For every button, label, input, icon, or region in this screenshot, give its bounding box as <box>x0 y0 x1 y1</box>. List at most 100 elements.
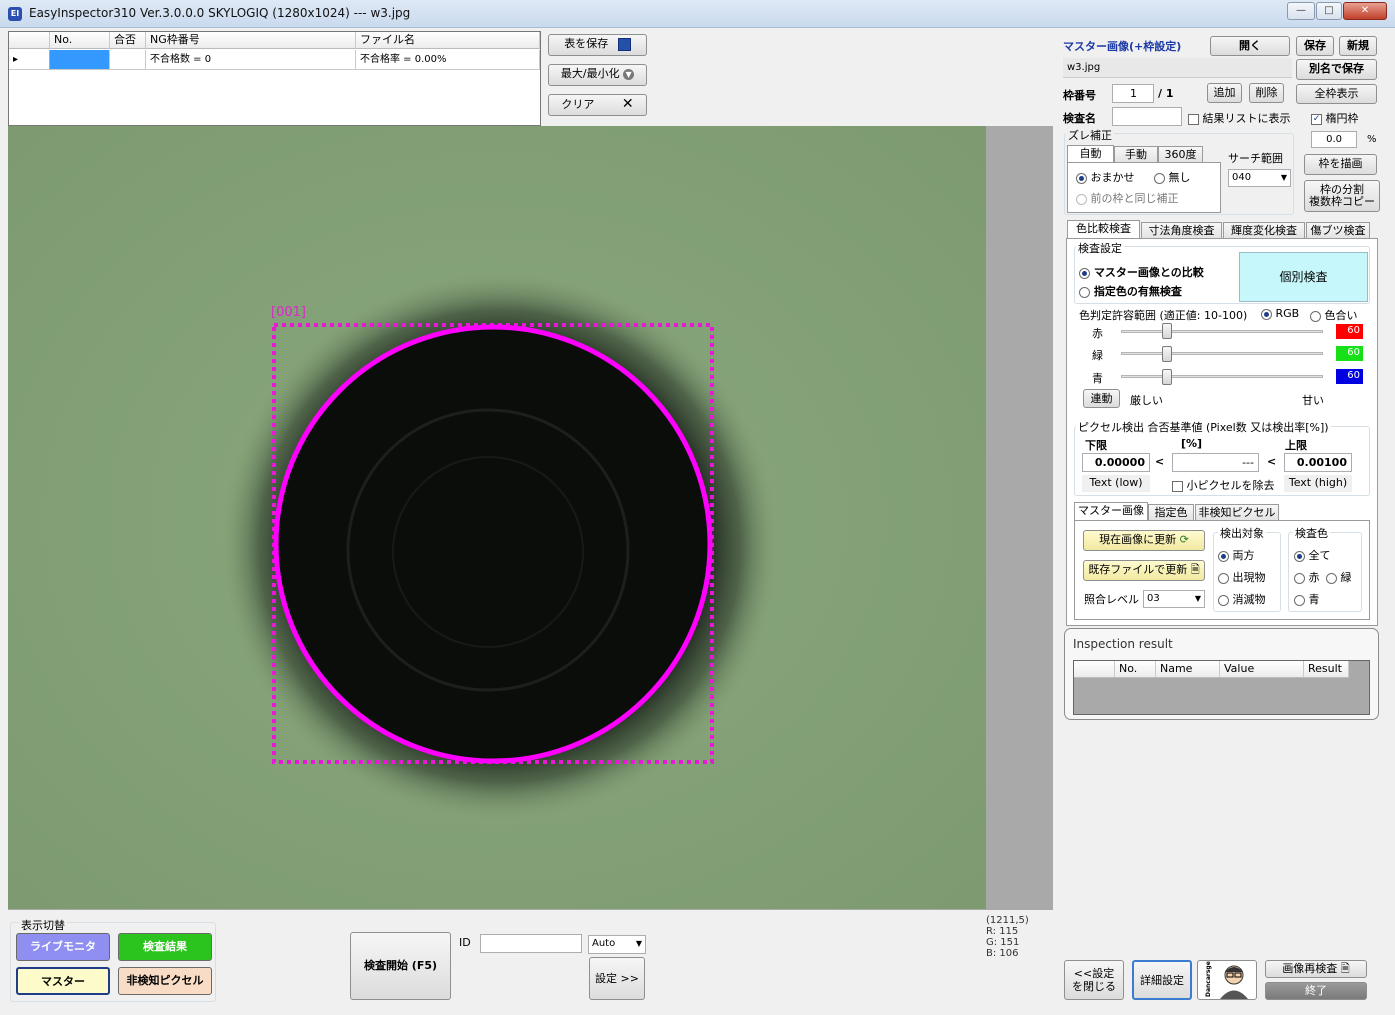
close-button[interactable]: ✕ <box>1343 2 1387 20</box>
hue-radio[interactable]: 色合い <box>1310 307 1358 323</box>
tab-shift-auto[interactable]: 自動 <box>1067 145 1114 163</box>
blue-slider-track[interactable] <box>1121 375 1323 378</box>
clear-button[interactable]: クリア ✕ <box>548 94 647 116</box>
grid-header-pass[interactable]: 合否 <box>110 32 146 49</box>
blue-slider-thumb[interactable] <box>1162 369 1173 385</box>
image-viewport[interactable]: [001] <box>8 126 1053 910</box>
pixel-title: ピクセル検出 合否基準値 (Pixel数 又は検出率[%]) <box>1076 419 1331 435</box>
appear-radio[interactable]: 出現物 <box>1218 569 1266 585</box>
master-compare-radio[interactable]: マスター画像との比較 <box>1079 264 1204 280</box>
settings-button[interactable]: 設定 >> <box>589 957 645 1000</box>
both-label: 両方 <box>1232 549 1255 562</box>
tab-dimension[interactable]: 寸法角度検査 <box>1141 222 1222 238</box>
save-as-button[interactable]: 別名で保存 <box>1296 59 1377 80</box>
cell-pass[interactable] <box>110 50 146 70</box>
add-frame-button[interactable]: 追加 <box>1207 83 1242 103</box>
helper-avatar-button[interactable]: Dancarsge <box>1197 960 1257 1000</box>
tab-scratch[interactable]: 傷ブツ検査 <box>1306 222 1370 238</box>
save-button[interactable]: 保存 <box>1296 36 1334 56</box>
tab-color-compare[interactable]: 色比較検査 <box>1067 220 1140 240</box>
rgb-radio[interactable]: RGB <box>1261 307 1299 320</box>
live-monitor-button[interactable]: ライブモニタ <box>16 933 110 961</box>
link-button[interactable]: 連動 <box>1083 389 1120 408</box>
color-green-radio[interactable]: 緑 <box>1326 569 1352 585</box>
grid-header-ng[interactable]: NG枠番号 <box>146 32 356 49</box>
result-button[interactable]: 検査結果 <box>118 933 212 961</box>
rgb-label: RGB <box>1275 307 1300 320</box>
both-radio[interactable]: 両方 <box>1218 547 1255 563</box>
red-value: 60 <box>1336 324 1363 339</box>
radio-icon <box>1310 310 1321 322</box>
color-presence-radio[interactable]: 指定色の有無検査 <box>1079 283 1182 299</box>
update-file-button[interactable]: 既存ファイルで更新 🗎 <box>1083 560 1205 581</box>
red-slider-thumb[interactable] <box>1162 323 1173 339</box>
small-pixel-checkbox[interactable]: 小ピクセルを除去 <box>1172 477 1275 493</box>
shift-auto-radio[interactable]: おまかせ <box>1076 169 1135 185</box>
shift-none-radio[interactable]: 無し <box>1154 169 1191 185</box>
tab-nondetect-pixel[interactable]: 非検知ピクセル <box>1195 504 1279 520</box>
match-level-combo[interactable]: 03 <box>1143 590 1205 608</box>
tab-brightness[interactable]: 輝度変化検査 <box>1223 222 1305 238</box>
maxmin-button[interactable]: 最大/最小化 ▼ <box>548 64 647 86</box>
exit-button[interactable]: 終了 <box>1265 982 1367 1000</box>
auto-combo[interactable]: Auto <box>588 935 646 954</box>
radio-icon <box>1326 572 1337 584</box>
minimize-button[interactable]: — <box>1287 2 1315 20</box>
id-input[interactable] <box>480 934 582 953</box>
maximize-button[interactable]: □ <box>1316 2 1342 20</box>
green-slider-track[interactable] <box>1121 352 1323 355</box>
upper-input[interactable]: 0.00100 <box>1284 453 1352 472</box>
inspection-result-grid[interactable]: No. Name Value Result <box>1073 660 1370 715</box>
result-header-name[interactable]: Name <box>1156 661 1220 678</box>
color-blue-radio[interactable]: 青 <box>1294 591 1320 607</box>
open-button[interactable]: 開く <box>1210 36 1290 56</box>
tab-shift-manual[interactable]: 手動 <box>1114 146 1158 162</box>
result-list-checkbox[interactable]: 結果リストに表示 <box>1188 110 1291 126</box>
update-current-button[interactable]: 現在画像に更新 ⟳ <box>1083 530 1205 551</box>
individual-inspect-button[interactable]: 個別検査 <box>1239 252 1368 302</box>
cell-ng-rate[interactable]: 不合格率 = 0.00% <box>356 50 540 70</box>
red-slider-track[interactable] <box>1121 330 1323 333</box>
radio-icon <box>1154 172 1165 184</box>
tab-shift-360[interactable]: 360度 <box>1158 146 1203 162</box>
close-settings-button[interactable]: <<設定 を閉じる <box>1064 960 1124 1000</box>
green-slider-thumb[interactable] <box>1162 346 1173 362</box>
reinspect-button[interactable]: 画像再検査 🗎 <box>1265 960 1367 978</box>
radio-icon <box>1294 550 1305 562</box>
all-radio[interactable]: 全て <box>1294 547 1331 563</box>
tab-master-image[interactable]: マスター画像 <box>1074 502 1148 522</box>
cell-ng-count[interactable]: 不合格数 = 0 <box>146 50 356 70</box>
result-header-result[interactable]: Result <box>1304 661 1349 678</box>
result-header-no[interactable]: No. <box>1115 661 1156 678</box>
insp-name-input[interactable] <box>1112 107 1182 126</box>
lower-input[interactable]: 0.00000 <box>1082 453 1150 472</box>
search-range-combo[interactable]: 040 <box>1228 169 1291 187</box>
ellipse-checkbox[interactable]: ✓ 楕円枠 <box>1311 110 1359 126</box>
inspection-image[interactable] <box>8 126 986 909</box>
radio-icon <box>1076 193 1087 205</box>
draw-frame-button[interactable]: 枠を描画 <box>1304 154 1377 175</box>
grid-header-file[interactable]: ファイル名 <box>356 32 540 49</box>
nondetect-button[interactable]: 非検知ピクセル <box>118 967 212 995</box>
radio-icon <box>1218 572 1229 584</box>
cell-no[interactable] <box>50 50 110 70</box>
show-all-frames-button[interactable]: 全枠表示 <box>1296 84 1377 104</box>
delete-frame-button[interactable]: 削除 <box>1249 83 1284 103</box>
tab-specified-color[interactable]: 指定色 <box>1148 504 1194 520</box>
grid-header-no[interactable]: No. <box>50 32 110 49</box>
row-selector-icon[interactable]: ▸ <box>9 50 50 70</box>
new-button[interactable]: 新規 <box>1339 36 1377 56</box>
shift-same-radio[interactable]: 前の枠と同じ補正 <box>1076 190 1179 206</box>
save-table-button[interactable]: 表を保存 <box>548 34 647 56</box>
color-red-radio[interactable]: 赤 <box>1294 569 1320 585</box>
result-grid[interactable]: No. 合否 NG枠番号 ファイル名 ▸ 不合格数 = 0 不合格率 = 0.0… <box>8 31 541 126</box>
inspect-start-button[interactable]: 検査開始 (F5) <box>350 932 451 1000</box>
percent-spinner[interactable]: 0.0 <box>1311 131 1357 148</box>
frame-no-spinner[interactable]: 1 <box>1112 84 1154 103</box>
result-header-value[interactable]: Value <box>1220 661 1304 678</box>
vanish-radio[interactable]: 消滅物 <box>1218 591 1266 607</box>
split-copy-button[interactable]: 枠の分割 複数枠コピー <box>1304 180 1380 212</box>
detail-settings-button[interactable]: 詳細設定 <box>1132 960 1192 1000</box>
master-button[interactable]: マスター <box>16 967 110 995</box>
insp-settings-title: 検査設定 <box>1076 240 1124 256</box>
